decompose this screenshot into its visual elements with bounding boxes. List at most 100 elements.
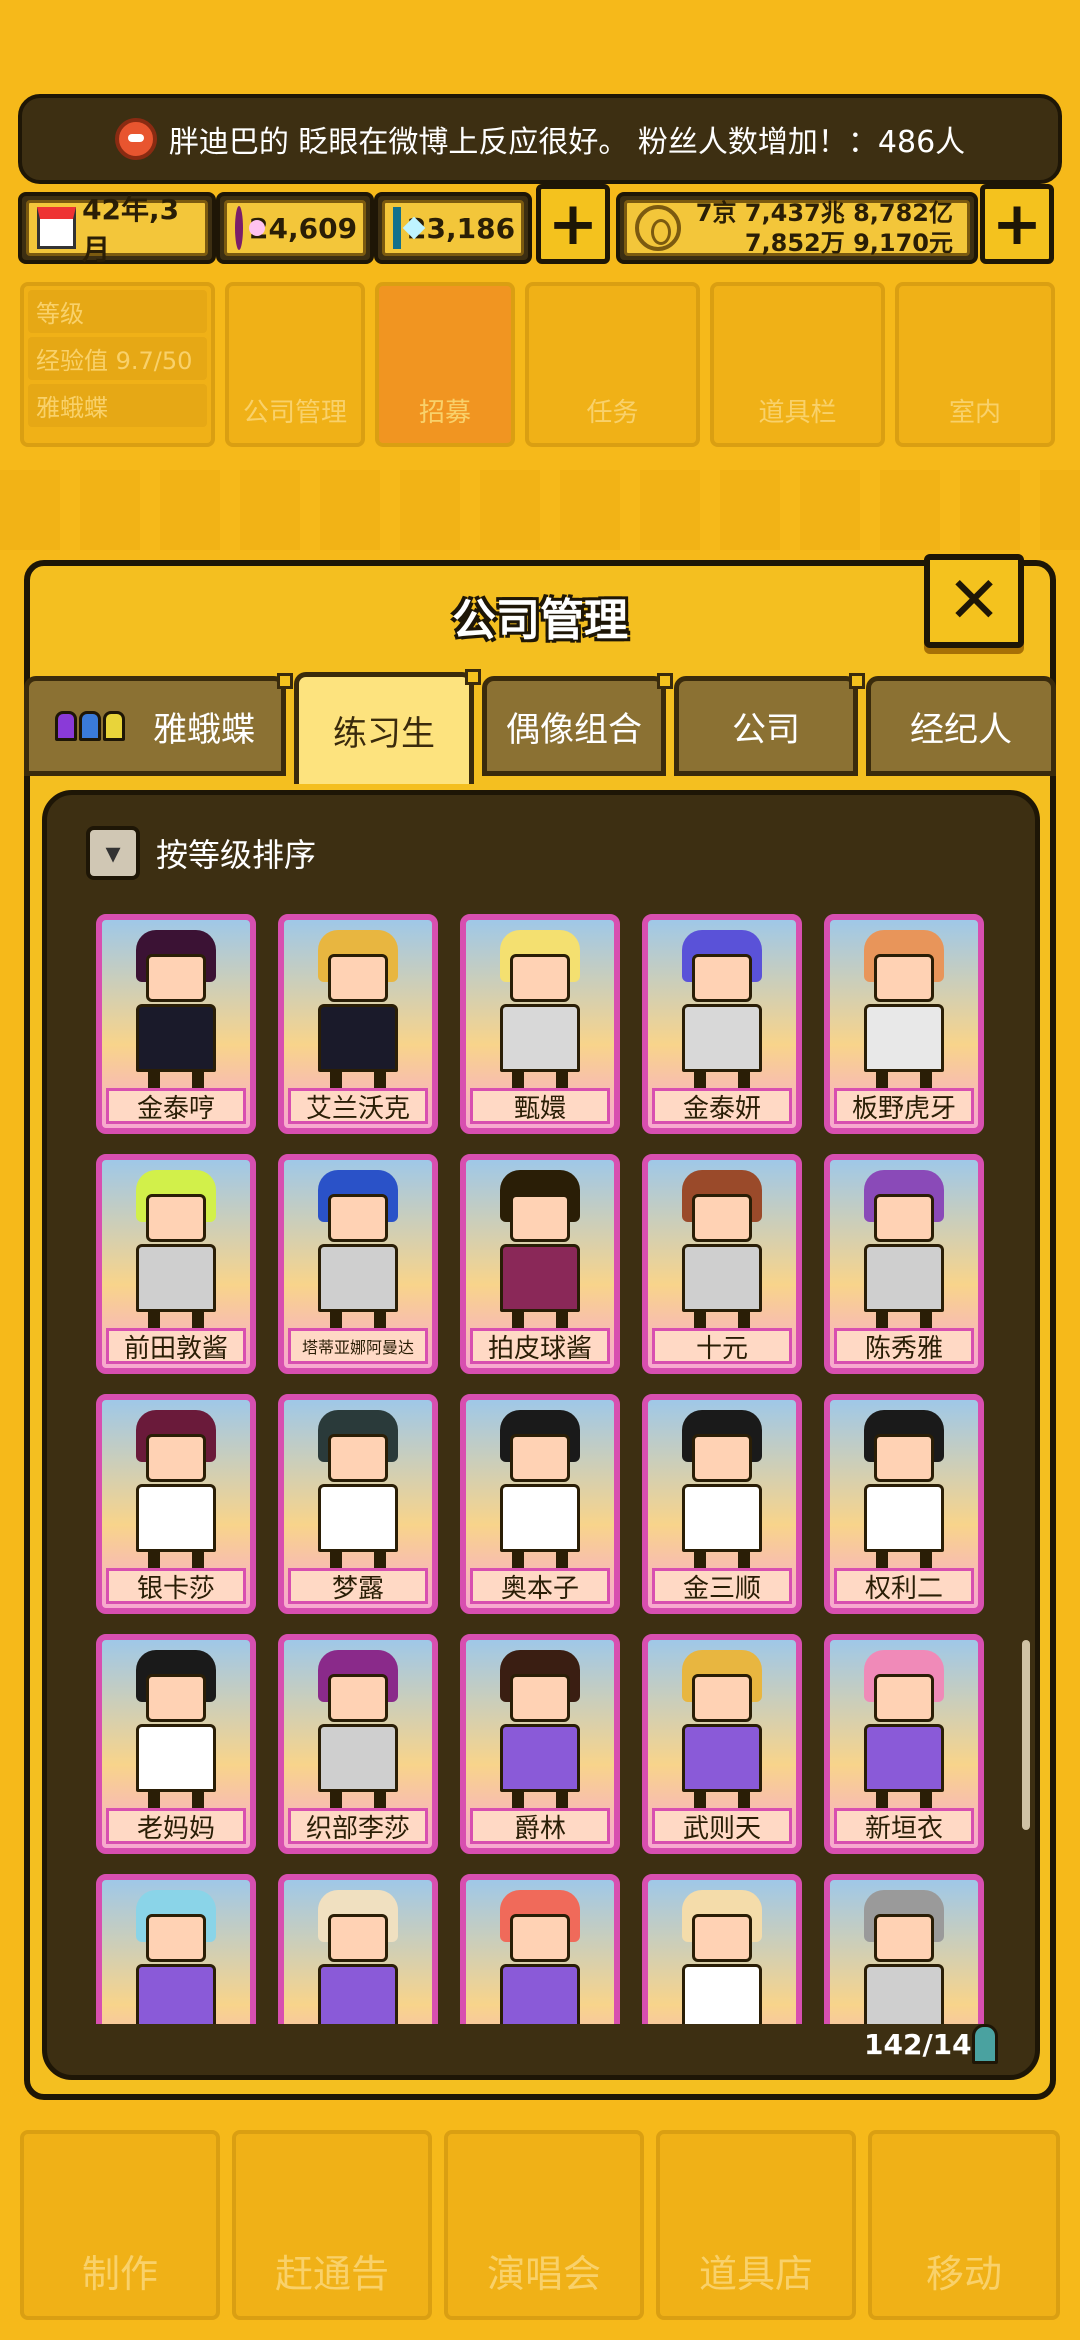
group-members-icon xyxy=(55,711,125,741)
trainee-face xyxy=(692,1434,752,1482)
tab-label: 偶像组合 xyxy=(506,709,642,750)
trainee-face xyxy=(510,1674,570,1722)
trainee-outfit xyxy=(864,1484,944,1552)
add-diamond-button[interactable]: + xyxy=(536,184,610,264)
diamond-display: 23,186 xyxy=(374,192,532,264)
money-value: 7京 7,437兆 8,782亿 7,852万 9,170元 xyxy=(687,198,959,258)
trainee-face xyxy=(874,1674,934,1722)
company-name-label: 雅蛾蝶 xyxy=(28,384,207,427)
trainee-card[interactable]: 奥本子 xyxy=(460,1394,620,1614)
trainee-name: 银卡莎 xyxy=(106,1568,246,1604)
news-ticker: 胖迪巴的 眨眼在微博上反应很好。 粉丝人数增加！：486人 xyxy=(18,94,1062,184)
trainee-card[interactable] xyxy=(824,1874,984,2024)
trainee-card[interactable] xyxy=(460,1874,620,2024)
trainee-name: 板野虎牙 xyxy=(834,1088,974,1124)
pink-gem-value: 24,609 xyxy=(249,211,358,245)
pink-gem-icon xyxy=(235,206,265,250)
trainee-card[interactable]: 甄嬛 xyxy=(460,914,620,1134)
trainee-outfit xyxy=(318,1004,398,1072)
trainee-face xyxy=(328,1914,388,1962)
trainee-name: 新垣衣 xyxy=(834,1808,974,1844)
trainee-card[interactable]: 织部李莎 xyxy=(278,1634,438,1854)
trainee-card[interactable]: 前田敦酱 xyxy=(96,1154,256,1374)
trainee-face xyxy=(328,1194,388,1242)
tab-idol-groups[interactable]: 偶像组合 xyxy=(482,673,673,776)
trainee-card[interactable]: 艾兰沃克 xyxy=(278,914,438,1134)
menu-tasks: 任务 xyxy=(525,282,700,447)
background-top-menu: 等级 经验值 9.7/50 雅蛾蝶 公司管理 招募 任务 道具栏 室内 xyxy=(20,282,1060,452)
coin-icon xyxy=(635,205,681,251)
trainee-card[interactable]: 梦露 xyxy=(278,1394,438,1614)
trainee-card[interactable] xyxy=(96,1874,256,2024)
trainee-card[interactable]: 十元 xyxy=(642,1154,802,1374)
chevron-down-icon: ▾ xyxy=(105,835,121,871)
tab-trainees[interactable]: 练习生 xyxy=(294,669,481,784)
trainee-face xyxy=(146,1434,206,1482)
trainee-name: 甄嬛 xyxy=(470,1088,610,1124)
trainee-name: 十元 xyxy=(652,1328,792,1364)
trainee-outfit xyxy=(136,1724,216,1792)
menu-recruit: 招募 xyxy=(375,282,515,447)
trainee-card[interactable]: 金泰哼 xyxy=(96,914,256,1134)
add-money-button[interactable]: + xyxy=(980,184,1054,264)
trainee-outfit xyxy=(864,1244,944,1312)
trainee-face xyxy=(510,1914,570,1962)
money-line1: 7京 7,437兆 8,782亿 xyxy=(695,199,953,227)
diamond-icon xyxy=(393,207,401,249)
close-button[interactable]: ✕ xyxy=(924,554,1024,648)
trainee-card[interactable]: 金三顺 xyxy=(642,1394,802,1614)
tab-label: 经纪人 xyxy=(910,709,1012,750)
trainee-outfit xyxy=(500,1004,580,1072)
background-office-strip xyxy=(0,470,1080,550)
trainee-outfit xyxy=(318,1484,398,1552)
trainee-outfit xyxy=(500,1724,580,1792)
trainee-face xyxy=(510,1434,570,1482)
trainee-name: 金泰妍 xyxy=(652,1088,792,1124)
trainee-card[interactable]: 武则天 xyxy=(642,1634,802,1854)
trainee-card[interactable]: 金泰妍 xyxy=(642,914,802,1134)
trainee-name: 拍皮球酱 xyxy=(470,1328,610,1364)
money-line2: 7,852万 9,170元 xyxy=(744,229,953,257)
trainee-face xyxy=(692,1674,752,1722)
menu-concert: 演唱会 xyxy=(444,2130,644,2320)
trainee-card[interactable]: 塔蒂亚娜阿曼达 xyxy=(278,1154,438,1374)
tab-company[interactable]: 公司 xyxy=(674,673,865,776)
trainee-card[interactable]: 新垣衣 xyxy=(824,1634,984,1854)
trainee-card[interactable]: 陈秀雅 xyxy=(824,1154,984,1374)
close-icon: ✕ xyxy=(947,564,1001,638)
trainee-card[interactable] xyxy=(278,1874,438,2024)
trainee-card[interactable]: 银卡莎 xyxy=(96,1394,256,1614)
trainee-card[interactable]: 板野虎牙 xyxy=(824,914,984,1134)
menu-inventory: 道具栏 xyxy=(710,282,885,447)
trainee-card[interactable]: 老妈妈 xyxy=(96,1634,256,1854)
background-bottom-menu: 制作 赶通告 演唱会 道具店 移动 xyxy=(0,2090,1080,2340)
tab-label: 练习生 xyxy=(333,714,435,754)
trainee-card[interactable] xyxy=(642,1874,802,2024)
grid-scrollbar[interactable] xyxy=(1022,1640,1030,1830)
trainee-card[interactable]: 爵林 xyxy=(460,1634,620,1854)
trainee-face xyxy=(146,1914,206,1962)
date-display: 42年,3月 xyxy=(18,192,216,266)
tab-label: 雅蛾蝶 xyxy=(153,709,255,750)
trainee-outfit xyxy=(864,1964,944,2024)
tab-managers[interactable]: 经纪人 xyxy=(866,676,1056,776)
trainee-outfit xyxy=(682,1964,762,2024)
trainee-outfit xyxy=(136,1004,216,1072)
trainee-face xyxy=(874,1434,934,1482)
trainee-outfit xyxy=(318,1244,398,1312)
trainee-name: 金泰哼 xyxy=(106,1088,246,1124)
trainee-card[interactable]: 拍皮球酱 xyxy=(460,1154,620,1374)
news-text: 胖迪巴的 眨眼在微博上反应很好。 粉丝人数增加！：486人 xyxy=(168,125,966,160)
trainee-face xyxy=(692,1914,752,1962)
trainee-outfit xyxy=(864,1724,944,1792)
trainee-card[interactable]: 权利二 xyxy=(824,1394,984,1614)
trainee-face xyxy=(874,1914,934,1962)
sort-toggle-checkbox[interactable]: ▾ xyxy=(86,826,140,880)
trainee-name: 陈秀雅 xyxy=(834,1328,974,1364)
menu-item-shop: 道具店 xyxy=(656,2130,856,2320)
trainee-face xyxy=(146,1194,206,1242)
modal-title: 公司管理 xyxy=(452,595,628,646)
tab-company-group[interactable]: 雅蛾蝶 xyxy=(24,673,293,776)
trainee-name: 爵林 xyxy=(470,1808,610,1844)
trainee-face xyxy=(874,954,934,1002)
